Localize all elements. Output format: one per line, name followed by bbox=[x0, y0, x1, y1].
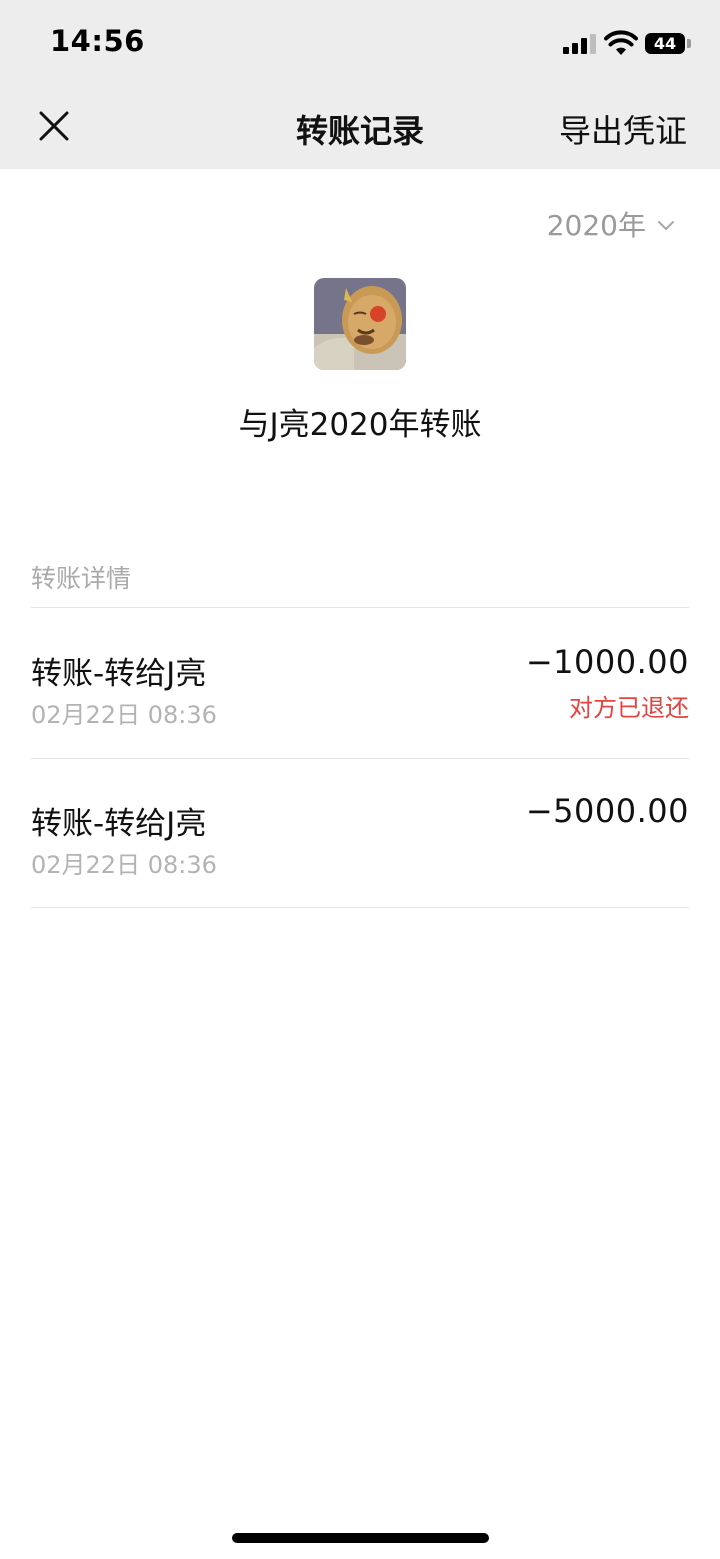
avatar[interactable] bbox=[314, 278, 406, 370]
transaction-row[interactable]: 转账-转给J亮 02月22日 08:36 −1000.00 对方已退还 bbox=[31, 608, 689, 758]
transaction-title: 转账-转给J亮 bbox=[31, 656, 207, 692]
section-label-details: 转账详情 bbox=[31, 564, 132, 593]
transaction-time: 02月22日 08:36 bbox=[31, 851, 217, 879]
transaction-time: 02月22日 08:36 bbox=[31, 701, 217, 729]
chevron-down-icon bbox=[658, 221, 674, 230]
battery-icon: 44 bbox=[645, 33, 685, 54]
export-voucher-button[interactable]: 导出凭证 bbox=[559, 106, 687, 152]
year-filter-dropdown[interactable]: 2020年 bbox=[547, 204, 676, 244]
year-filter-value: 2020年 bbox=[546, 209, 646, 242]
peer-transfer-title: 与J亮2020年转账 bbox=[238, 407, 482, 443]
transfer-records-screen: 14:56 44 转账记录 导出凭证 2020年 与J亮2020年转账 转账详情… bbox=[0, 0, 720, 1559]
status-time: 14:56 bbox=[50, 24, 145, 58]
transaction-amount: −1000.00 bbox=[525, 643, 689, 681]
transaction-amount: −5000.00 bbox=[525, 792, 689, 830]
header-area: 14:56 44 转账记录 导出凭证 bbox=[0, 0, 720, 169]
transaction-row[interactable]: 转账-转给J亮 02月22日 08:36 −5000.00 bbox=[31, 759, 689, 909]
home-indicator[interactable] bbox=[232, 1533, 489, 1543]
divider bbox=[31, 907, 689, 908]
battery-tip bbox=[687, 39, 691, 48]
transaction-refund-status: 对方已退还 bbox=[569, 694, 689, 722]
cellular-signal-icon bbox=[563, 34, 597, 54]
transaction-title: 转账-转给J亮 bbox=[31, 806, 207, 842]
wifi-icon bbox=[604, 30, 638, 55]
